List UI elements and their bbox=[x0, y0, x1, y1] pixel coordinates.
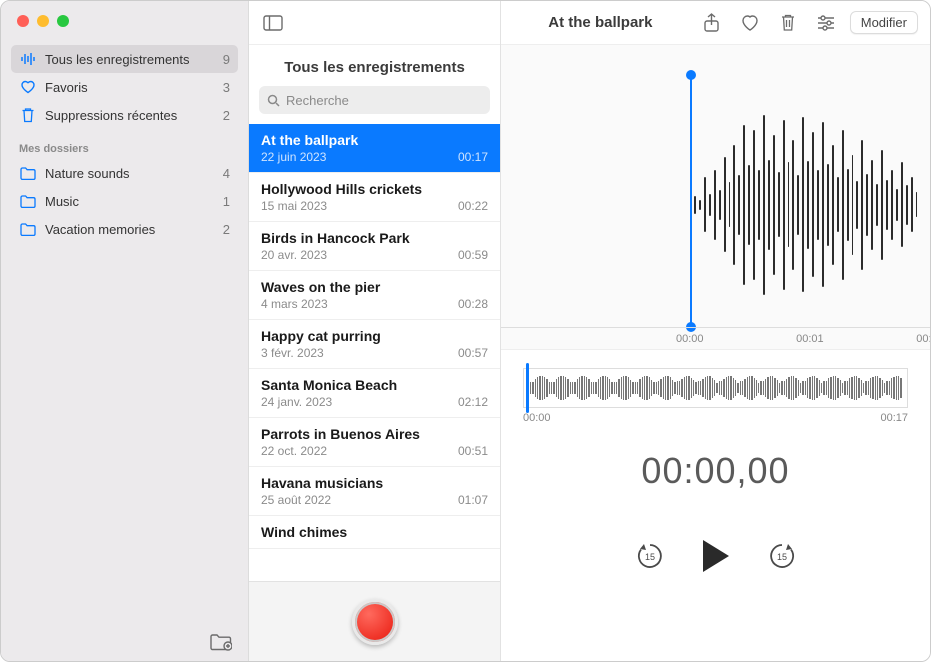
recording-row-title: At the ballpark bbox=[261, 132, 488, 148]
delete-button[interactable] bbox=[774, 9, 802, 37]
sidebar-folder-item[interactable]: Vacation memories2 bbox=[11, 215, 238, 243]
toggle-sidebar-button[interactable] bbox=[259, 9, 287, 37]
recording-row-title: Parrots in Buenos Aires bbox=[261, 426, 488, 442]
sidebar-item-count: 4 bbox=[223, 166, 230, 181]
recording-row-title: Waves on the pier bbox=[261, 279, 488, 295]
recordings-list-title: Tous les enregistrements bbox=[249, 45, 500, 86]
skip-back-button[interactable]: 15 bbox=[635, 541, 665, 571]
ruler-tick: 00:01 bbox=[796, 333, 824, 345]
svg-text:15: 15 bbox=[776, 552, 786, 562]
play-button[interactable] bbox=[703, 540, 729, 572]
recording-row[interactable]: Parrots in Buenos Aires 22 oct. 2022 00:51 bbox=[249, 418, 500, 467]
favorite-button[interactable] bbox=[736, 9, 764, 37]
edit-button[interactable]: Modifier bbox=[850, 11, 918, 34]
app-window: Tous les enregistrements9Favoris3Suppres… bbox=[0, 0, 931, 662]
sidebar-item-count: 2 bbox=[223, 222, 230, 237]
sidebar-item-label: Suppressions récentes bbox=[45, 108, 223, 123]
overview-playhead[interactable] bbox=[526, 363, 529, 413]
folder-icon bbox=[19, 167, 37, 180]
recording-row[interactable]: Hollywood Hills crickets 15 mai 2023 00:22 bbox=[249, 173, 500, 222]
recording-row-date: 24 janv. 2023 bbox=[261, 395, 332, 409]
recording-row-duration: 00:57 bbox=[458, 346, 488, 360]
recording-row-duration: 00:22 bbox=[458, 199, 488, 213]
fullscreen-window-button[interactable] bbox=[57, 15, 69, 27]
trash-icon bbox=[19, 107, 37, 123]
sidebar-item-label: Tous les enregistrements bbox=[45, 52, 223, 67]
timecode-display: 00:00,00 bbox=[501, 450, 930, 492]
time-ruler: 00:00 00:01 00:02 bbox=[501, 327, 930, 349]
waveform-icon bbox=[19, 52, 37, 66]
recording-title: At the ballpark bbox=[548, 14, 652, 31]
sidebar-folders-header: Mes dossiers bbox=[1, 129, 248, 159]
playhead[interactable] bbox=[690, 75, 692, 327]
detail-panel: At the ballpark Modifier 00:00 00:01 00 bbox=[501, 1, 930, 661]
recording-row-date: 22 oct. 2022 bbox=[261, 444, 327, 458]
ruler-tick: 00:02 bbox=[916, 333, 931, 345]
recording-row[interactable]: Birds in Hancock Park 20 avr. 2023 00:59 bbox=[249, 222, 500, 271]
sidebar-item-count: 1 bbox=[223, 194, 230, 209]
recording-row[interactable]: Waves on the pier 4 mars 2023 00:28 bbox=[249, 271, 500, 320]
recording-row-date: 15 mai 2023 bbox=[261, 199, 327, 213]
svg-text:15: 15 bbox=[644, 552, 654, 562]
close-window-button[interactable] bbox=[17, 15, 29, 27]
recording-row-title: Santa Monica Beach bbox=[261, 377, 488, 393]
recordings-panel: Tous les enregistrements Recherche At th… bbox=[249, 1, 501, 661]
recording-row-duration: 01:07 bbox=[458, 493, 488, 507]
recording-row-duration: 00:28 bbox=[458, 297, 488, 311]
recording-row-date: 4 mars 2023 bbox=[261, 297, 328, 311]
transport-controls: 15 15 bbox=[501, 540, 930, 572]
sidebar-folder-item[interactable]: Nature sounds4 bbox=[11, 159, 238, 187]
window-controls bbox=[1, 1, 248, 45]
sidebar-item-count: 9 bbox=[223, 52, 230, 67]
recording-row-duration: 02:12 bbox=[458, 395, 488, 409]
recording-row[interactable]: Havana musicians 25 août 2022 01:07 bbox=[249, 467, 500, 516]
recording-row-title: Wind chimes bbox=[261, 524, 488, 540]
heart-icon bbox=[19, 80, 37, 94]
sidebar-item-label: Favoris bbox=[45, 80, 223, 95]
record-button[interactable] bbox=[352, 599, 398, 645]
waveform-zoom-view[interactable]: 00:00 00:01 00:02 bbox=[501, 45, 930, 350]
overview-end-label: 00:17 bbox=[880, 412, 908, 424]
search-field[interactable]: Recherche bbox=[259, 86, 490, 114]
search-icon bbox=[267, 94, 280, 107]
sidebar-item[interactable]: Favoris3 bbox=[11, 73, 238, 101]
sidebar: Tous les enregistrements9Favoris3Suppres… bbox=[1, 1, 249, 661]
recording-row-date: 3 févr. 2023 bbox=[261, 346, 324, 360]
recording-row[interactable]: Happy cat purring 3 févr. 2023 00:57 bbox=[249, 320, 500, 369]
recording-row-duration: 00:59 bbox=[458, 248, 488, 262]
recording-row-date: 20 avr. 2023 bbox=[261, 248, 327, 262]
skip-forward-button[interactable]: 15 bbox=[767, 541, 797, 571]
sidebar-item[interactable]: Suppressions récentes2 bbox=[11, 101, 238, 129]
sidebar-folder-item[interactable]: Music1 bbox=[11, 187, 238, 215]
recording-row-duration: 00:17 bbox=[458, 150, 488, 164]
waveform-overview[interactable]: 00:00 00:17 bbox=[501, 350, 930, 424]
recording-row[interactable]: At the ballpark 22 juin 2023 00:17 bbox=[249, 124, 500, 173]
recording-row-title: Happy cat purring bbox=[261, 328, 488, 344]
recordings-list: At the ballpark 22 juin 2023 00:17 Hollywoo… bbox=[249, 124, 500, 581]
ruler-tick: 00:00 bbox=[676, 333, 704, 345]
minimize-window-button[interactable] bbox=[37, 15, 49, 27]
recording-row-date: 25 août 2022 bbox=[261, 493, 331, 507]
recording-row-title: Havana musicians bbox=[261, 475, 488, 491]
overview-start-label: 00:00 bbox=[523, 412, 551, 424]
share-button[interactable] bbox=[698, 9, 726, 37]
settings-button[interactable] bbox=[812, 9, 840, 37]
recording-row[interactable]: Wind chimes bbox=[249, 516, 500, 549]
new-folder-button[interactable] bbox=[210, 633, 232, 651]
folder-icon bbox=[19, 195, 37, 208]
folder-icon bbox=[19, 223, 37, 236]
sidebar-item[interactable]: Tous les enregistrements9 bbox=[11, 45, 238, 73]
recording-row[interactable]: Santa Monica Beach 24 janv. 2023 02:12 bbox=[249, 369, 500, 418]
search-placeholder: Recherche bbox=[286, 93, 349, 108]
recording-row-duration: 00:51 bbox=[458, 444, 488, 458]
sidebar-item-count: 3 bbox=[223, 80, 230, 95]
recording-row-title: Hollywood Hills crickets bbox=[261, 181, 488, 197]
sidebar-item-label: Vacation memories bbox=[45, 222, 223, 237]
recording-row-title: Birds in Hancock Park bbox=[261, 230, 488, 246]
toolbar: At the ballpark Modifier bbox=[501, 1, 930, 45]
sidebar-item-count: 2 bbox=[223, 108, 230, 123]
sidebar-item-label: Nature sounds bbox=[45, 166, 223, 181]
sidebar-item-label: Music bbox=[45, 194, 223, 209]
recording-row-date: 22 juin 2023 bbox=[261, 150, 326, 164]
